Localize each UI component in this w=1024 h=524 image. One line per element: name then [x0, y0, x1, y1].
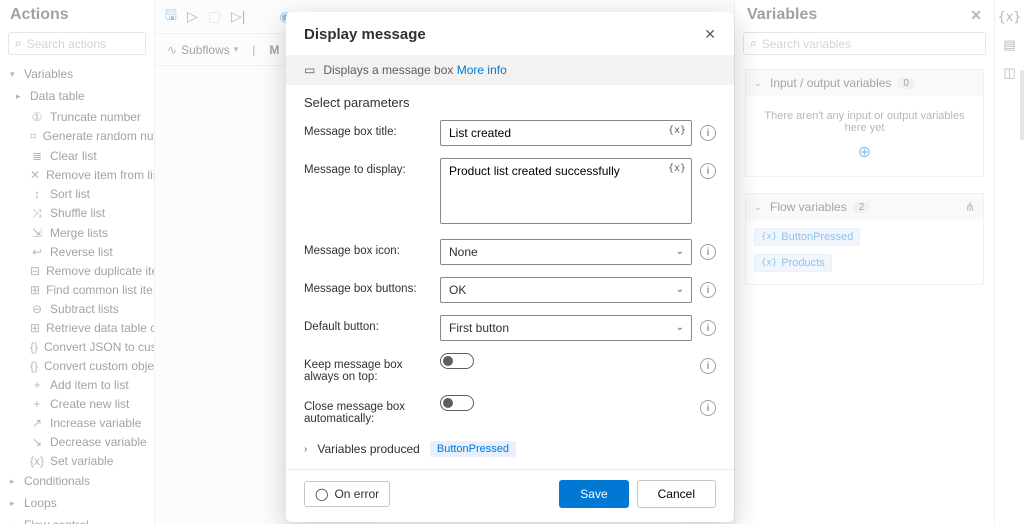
info-icon[interactable]: i	[700, 358, 716, 374]
default-button-select[interactable]: First button	[440, 315, 692, 341]
label-buttons: Message box buttons:	[304, 277, 432, 295]
display-message-dialog: Display message ✕ ▭ Displays a message b…	[286, 12, 734, 522]
fx-icon[interactable]: {x}	[668, 163, 686, 174]
info-icon[interactable]: i	[700, 282, 716, 298]
dialog-title: Display message	[304, 26, 426, 43]
fx-icon[interactable]: {x}	[668, 125, 686, 136]
label-icon: Message box icon:	[304, 239, 432, 257]
message-box-buttons-select[interactable]: OK	[440, 277, 692, 303]
message-icon: ▭	[304, 63, 315, 77]
message-box-title-input[interactable]	[440, 120, 692, 146]
select-parameters-heading: Select parameters	[304, 95, 716, 110]
save-button[interactable]: Save	[559, 480, 628, 508]
info-icon[interactable]: i	[700, 163, 716, 179]
variables-produced-row[interactable]: › Variables produced ButtonPressed	[304, 437, 716, 465]
produced-variable-chip[interactable]: ButtonPressed	[430, 441, 516, 457]
info-icon[interactable]: i	[700, 320, 716, 336]
error-icon: ◯	[315, 487, 328, 501]
message-box-icon-select[interactable]: None	[440, 239, 692, 265]
cancel-button[interactable]: Cancel	[637, 480, 716, 508]
label-title: Message box title:	[304, 120, 432, 138]
auto-close-toggle[interactable]	[440, 395, 474, 411]
label-autoclose: Close message box automatically:	[304, 395, 432, 425]
dialog-description: ▭ Displays a message box More info	[286, 55, 734, 85]
label-message: Message to display:	[304, 158, 432, 176]
dialog-close-icon[interactable]: ✕	[704, 26, 716, 43]
label-ontop: Keep message box always on top:	[304, 353, 432, 383]
label-default: Default button:	[304, 315, 432, 333]
on-error-button[interactable]: ◯ On error	[304, 481, 390, 507]
info-icon[interactable]: i	[700, 125, 716, 141]
info-icon[interactable]: i	[700, 244, 716, 260]
more-info-link[interactable]: More info	[457, 63, 507, 77]
always-on-top-toggle[interactable]	[440, 353, 474, 369]
info-icon[interactable]: i	[700, 400, 716, 416]
message-to-display-input[interactable]: Product list created successfully	[440, 158, 692, 224]
